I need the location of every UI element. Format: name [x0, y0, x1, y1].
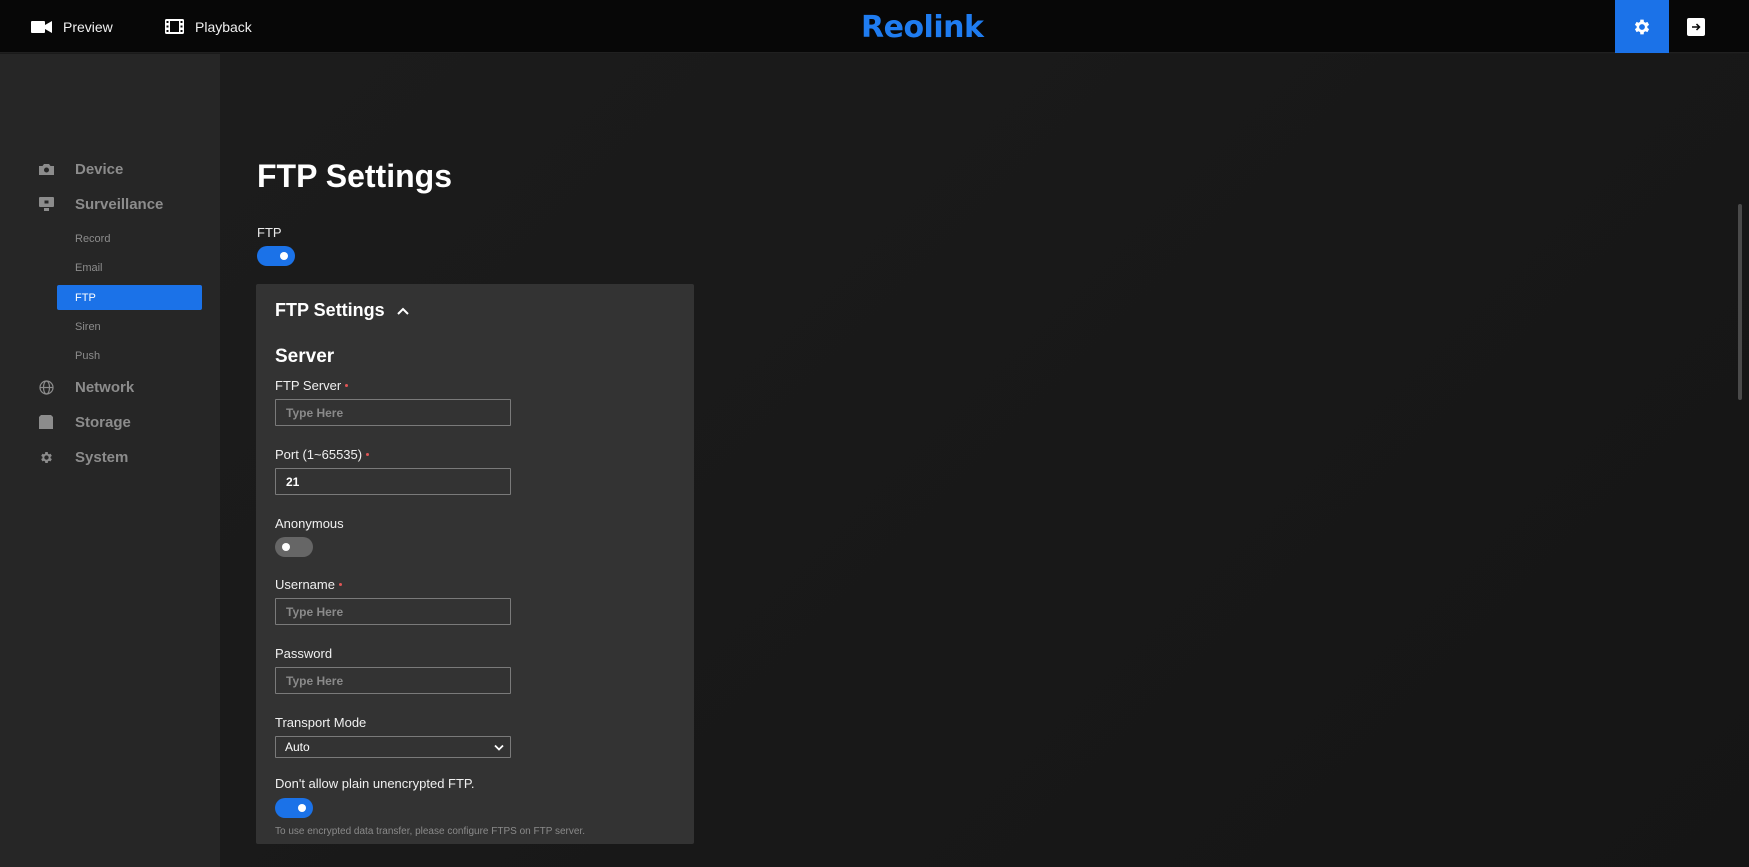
sidebar-item-device[interactable]: Device [37, 160, 123, 178]
transport-mode-label: Transport Mode [275, 715, 367, 730]
ftp-settings-panel: FTP Settings Server FTP Server Port (1~6… [256, 284, 694, 844]
ftp-toggle-label: FTP [257, 225, 282, 240]
no-plain-ftp-toggle[interactable] [275, 798, 313, 818]
page-scrollbar[interactable] [1738, 204, 1742, 400]
storage-icon [37, 413, 55, 431]
gear-icon [1634, 19, 1650, 34]
page-title: FTP Settings [257, 158, 452, 194]
password-label: Password [275, 646, 333, 661]
sidebar-item-storage[interactable]: Storage [37, 413, 131, 431]
settings-button[interactable] [1615, 0, 1669, 53]
port-input[interactable] [275, 468, 511, 495]
required-dot [366, 453, 370, 456]
film-icon [165, 19, 184, 34]
toggle-knob [298, 804, 306, 812]
chevron-down-icon [494, 744, 504, 751]
username-input[interactable] [275, 598, 511, 625]
nav-playback-label: Playback [195, 18, 252, 35]
top-bar: Preview Playback Reolink [0, 0, 1749, 53]
sidebar: Device Surveillance Record Email FTP Sir… [0, 54, 220, 867]
ftp-server-label: FTP Server [275, 378, 349, 393]
username-label: Username [275, 577, 342, 592]
logout-icon [1687, 17, 1705, 36]
ftp-toggle[interactable] [257, 246, 295, 266]
port-label: Port (1~65535) [275, 447, 370, 462]
sidebar-item-ftp[interactable]: FTP [57, 285, 202, 310]
anonymous-toggle[interactable] [275, 537, 313, 557]
panel-title: FTP Settings [275, 300, 385, 320]
sidebar-item-push[interactable]: Push [57, 343, 202, 368]
main-content: FTP Settings FTP FTP Settings Server FTP… [220, 54, 1749, 867]
reolink-logo: Reolink [861, 10, 984, 45]
sidebar-item-surveillance[interactable]: Surveillance [37, 195, 163, 213]
toggle-knob [280, 252, 288, 260]
sidebar-item-record[interactable]: Record [57, 226, 202, 251]
no-plain-ftp-label: Don't allow plain unencrypted FTP. [275, 776, 475, 791]
toggle-knob [282, 543, 290, 551]
required-dot [338, 583, 342, 586]
nav-preview[interactable]: Preview [31, 0, 113, 53]
required-dot [345, 384, 349, 387]
nav-preview-label: Preview [63, 18, 113, 35]
nav-playback[interactable]: Playback [165, 0, 252, 53]
sidebar-item-email[interactable]: Email [57, 255, 202, 280]
anonymous-label: Anonymous [275, 516, 344, 531]
monitor-icon [37, 195, 55, 213]
ftp-server-input[interactable] [275, 399, 511, 426]
video-camera-icon [31, 20, 52, 33]
sidebar-item-siren[interactable]: Siren [57, 314, 202, 339]
camera-icon [37, 160, 55, 178]
transport-mode-value: Auto [285, 740, 310, 754]
password-input[interactable] [275, 667, 511, 694]
logout-button[interactable] [1669, 0, 1723, 53]
transport-mode-select[interactable]: Auto [275, 736, 511, 758]
chevron-up-icon [396, 307, 409, 315]
ftps-hint: To use encrypted data transfer, please c… [275, 826, 585, 837]
sidebar-item-network[interactable]: Network [37, 378, 134, 396]
panel-header[interactable]: FTP Settings [275, 300, 409, 321]
server-section-title: Server [275, 346, 335, 367]
gear-icon [37, 448, 55, 466]
sidebar-item-system[interactable]: System [37, 448, 128, 466]
globe-icon [37, 378, 55, 396]
